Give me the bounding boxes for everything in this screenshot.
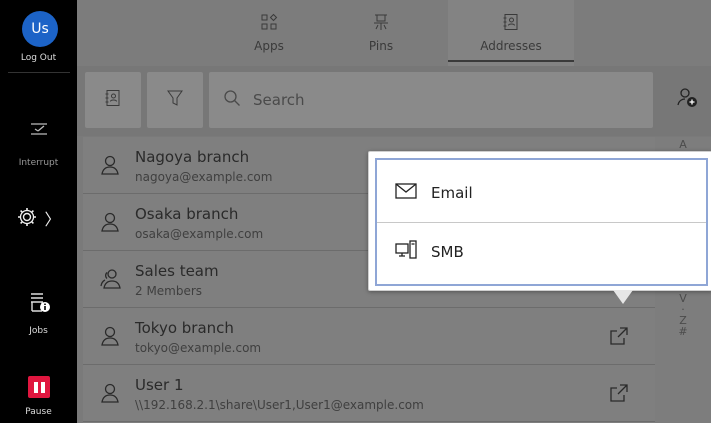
interrupt-icon[interactable] xyxy=(0,120,77,138)
smb-option-label: SMB xyxy=(431,243,464,261)
popup-focus-frame: Email SMB xyxy=(375,158,708,286)
toolbar: Search xyxy=(77,66,711,136)
tab-pins-label: Pins xyxy=(368,39,394,53)
pause-button[interactable] xyxy=(28,376,50,398)
tab-bar: Apps Pins Addresses xyxy=(77,0,711,66)
list-item[interactable]: User 1 \\192.168.2.1\share\User1,User1@e… xyxy=(83,365,655,422)
contact-name: Sales team xyxy=(135,262,219,280)
contact-name: Osaka branch xyxy=(135,205,239,223)
popup-pointer xyxy=(613,290,633,304)
contact-detail: 2 Members xyxy=(135,284,203,298)
contact-name: Nagoya branch xyxy=(135,148,250,166)
tab-pins[interactable]: Pins xyxy=(329,0,433,66)
contact-name: Tokyo branch xyxy=(135,319,234,337)
tab-apps[interactable]: Apps xyxy=(217,0,321,66)
pin-icon xyxy=(372,13,390,34)
address-book-icon xyxy=(104,89,122,111)
contact-detail: tokyo@example.com xyxy=(135,341,262,355)
external-link-icon[interactable] xyxy=(609,326,629,350)
external-link-icon[interactable] xyxy=(609,383,629,407)
contact-detail: nagoya@example.com xyxy=(135,170,273,184)
tab-apps-label: Apps xyxy=(254,39,284,53)
email-option[interactable]: Email xyxy=(377,164,706,222)
computer-icon xyxy=(395,240,417,264)
tab-addresses[interactable]: Addresses xyxy=(448,0,574,66)
address-book-icon xyxy=(502,13,520,34)
logout-label[interactable]: Log Out xyxy=(0,53,77,63)
popup-card: Email SMB xyxy=(368,151,711,291)
search-icon xyxy=(223,89,241,111)
gear-icon xyxy=(16,206,38,232)
add-contact-icon xyxy=(677,87,699,113)
search-placeholder: Search xyxy=(253,91,305,109)
contact-name: User 1 xyxy=(135,376,184,394)
jobs-icon[interactable] xyxy=(0,291,77,313)
jobs-label[interactable]: Jobs xyxy=(0,326,77,336)
interrupt-label[interactable]: Interrupt xyxy=(0,158,77,168)
left-rail: Us Log Out Interrupt 〉 Jobs Pause xyxy=(0,0,77,423)
person-icon xyxy=(99,382,121,408)
filter-button[interactable] xyxy=(147,72,203,128)
rail-divider xyxy=(8,72,70,73)
send-method-popup: Email SMB xyxy=(368,151,711,304)
person-icon xyxy=(99,211,121,237)
user-avatar[interactable]: Us xyxy=(22,11,58,47)
smb-option[interactable]: SMB xyxy=(377,223,706,281)
search-input[interactable]: Search xyxy=(209,72,653,128)
index-letter[interactable]: # xyxy=(678,326,687,337)
apps-icon xyxy=(260,13,278,34)
email-option-label: Email xyxy=(431,184,473,202)
filter-icon xyxy=(166,89,184,111)
person-icon xyxy=(99,154,121,180)
contact-detail: osaka@example.com xyxy=(135,227,264,241)
add-contact-button[interactable] xyxy=(660,72,711,128)
group-icon xyxy=(99,268,123,294)
person-icon xyxy=(99,325,121,351)
address-book-button[interactable] xyxy=(85,72,141,128)
list-item[interactable]: Tokyo branch tokyo@example.com xyxy=(83,308,655,365)
contact-detail: \\192.168.2.1\share\User1,User1@example.… xyxy=(135,398,424,412)
settings-button[interactable]: 〉 xyxy=(0,206,77,232)
chevron-right-icon: 〉 xyxy=(44,210,61,229)
pause-label[interactable]: Pause xyxy=(0,407,77,417)
tab-addresses-label: Addresses xyxy=(480,39,542,53)
envelope-icon xyxy=(395,183,417,203)
